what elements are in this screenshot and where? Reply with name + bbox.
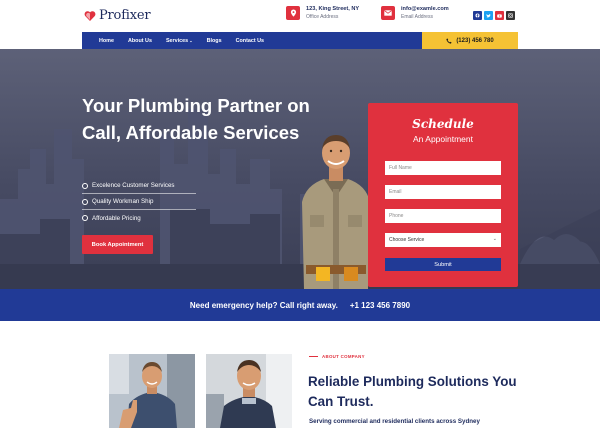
chevron-down-icon: ⌄ [492, 236, 497, 242]
top-header: Profixer 123, King Street, NY Office Add… [0, 0, 600, 32]
hero-title: Your Plumbing Partner on Call, Affordabl… [82, 95, 310, 143]
feature-label: Excelence Customer Services [92, 182, 175, 189]
address-label: Office Address [306, 13, 339, 20]
about-description: Serving commercial and residential clien… [309, 418, 480, 425]
service-select-value: Choose Service [389, 237, 425, 243]
nav-item-home[interactable]: Home [99, 38, 114, 44]
emergency-text: Need emergency help? Call right away. [189, 300, 338, 310]
social-links [473, 11, 515, 20]
about-photo-plumber [206, 354, 292, 428]
logo-heart-icon [84, 10, 96, 21]
twitter-icon[interactable] [484, 11, 493, 20]
tag-line-decoration [309, 356, 318, 357]
feature-item: Excelence Customer Services [82, 178, 196, 194]
check-circle-icon [82, 182, 88, 189]
about-title: Reliable Plumbing Solutions You Can Trus… [308, 374, 517, 409]
address-line: 123, King Street, NY [306, 6, 360, 12]
form-subtitle: An Appointment [412, 134, 473, 144]
book-appointment-button[interactable]: Book Appointment [82, 235, 153, 254]
chevron-down-icon: ⌄ [188, 37, 193, 43]
about-section: ABOUT COMPANY Reliable Plumbing Solution… [0, 321, 600, 428]
feature-label: Affordable Pricing [92, 214, 141, 222]
instagram-icon[interactable] [506, 11, 515, 20]
service-select[interactable]: Choose Service ⌄ [385, 233, 501, 247]
feature-label: Quality Workman Ship [92, 198, 154, 205]
nav-item-blogs[interactable]: Blogs [207, 38, 222, 44]
hero-section: Your Plumbing Partner on Call, Affordabl… [0, 49, 600, 289]
page: Profixer 123, King Street, NY Office Add… [0, 0, 600, 428]
phone-input[interactable]: Phone [385, 209, 501, 223]
map-pin-icon [286, 6, 300, 21]
about-photo-thumbs-up [109, 354, 195, 428]
appointment-form: Schedule An Appointment Full Name Email … [368, 103, 518, 287]
nav-item-contact[interactable]: Contact Us [236, 38, 264, 44]
nav-call-button[interactable]: (123) 456 780 [422, 32, 518, 49]
form-title: Schedule [412, 117, 474, 131]
hero-features: Excelence Customer Services Quality Work… [82, 178, 196, 226]
check-circle-icon [82, 215, 88, 221]
main-nav: Home About Us Services ⌄ Blogs Contact U… [82, 32, 422, 49]
emergency-phone[interactable]: +1 123 456 7890 [350, 301, 410, 310]
logo[interactable]: Profixer [84, 8, 151, 23]
feature-item: Affordable Pricing [82, 210, 196, 226]
phone-icon [446, 37, 452, 44]
submit-button[interactable]: Submit [385, 258, 501, 271]
check-circle-icon [82, 198, 88, 205]
nav-item-about[interactable]: About Us [128, 38, 152, 44]
email-input[interactable]: Email [385, 185, 501, 199]
email-label: Email Address [401, 13, 433, 20]
nav-item-services[interactable]: Services ⌄ [166, 38, 193, 44]
mail-icon [381, 6, 395, 21]
logo-text: Profixer [99, 8, 151, 23]
about-tag-label: ABOUT COMPANY [322, 354, 365, 359]
email-address: info@examle.com [401, 6, 449, 12]
facebook-icon[interactable] [473, 11, 482, 20]
emergency-bar: Need emergency help? Call right away. +1… [0, 289, 600, 321]
about-tag: ABOUT COMPANY [309, 354, 365, 359]
nav-phone: (123) 456 780 [456, 37, 494, 44]
feature-item: Quality Workman Ship [82, 194, 196, 210]
full-name-input[interactable]: Full Name [385, 161, 501, 175]
email-info[interactable]: info@examle.com Email Address [381, 6, 449, 21]
plumber-photo [302, 135, 370, 289]
nav-item-services-label: Services [165, 37, 189, 44]
youtube-icon[interactable] [495, 11, 504, 20]
address-info: 123, King Street, NY Office Address [286, 6, 360, 21]
